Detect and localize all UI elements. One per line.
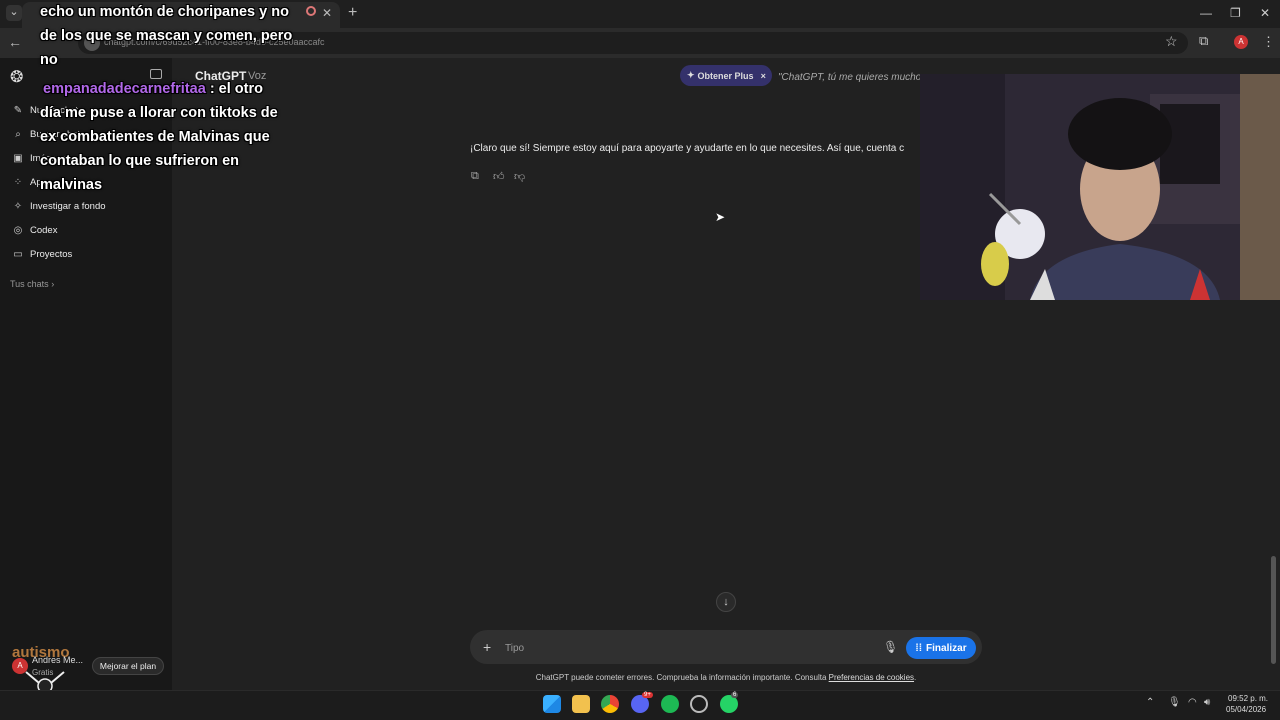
discord-badge: 9+: [642, 692, 653, 698]
microphone-icon[interactable]: 🎙︎: [883, 640, 898, 654]
overlay-chat-message: empanadadecarnefritaa : el otro: [43, 77, 263, 101]
webcam-overlay: [920, 74, 1280, 300]
new-tab-icon[interactable]: +: [348, 4, 357, 22]
thumbs-down-icon[interactable]: 👎︎: [514, 170, 525, 183]
sidebar-item-codex[interactable]: ◎ Codex: [12, 220, 58, 240]
overlay-chat-line: ex combatientes de Malvinas que: [40, 129, 270, 145]
assistant-message: ¡Claro que sí! Siempre estoy aquí para a…: [470, 143, 905, 154]
overlay-chat-line: echo un montón de choripanes y no: [40, 4, 289, 20]
research-icon: ✧: [13, 200, 23, 212]
tab-recording-icon: [306, 6, 316, 16]
file-explorer-icon[interactable]: [572, 695, 590, 713]
clock-time[interactable]: 09:52 p. m.: [1228, 694, 1268, 703]
wifi-icon[interactable]: ◠: [1188, 697, 1197, 708]
overlay-chat-line: malvinas: [40, 177, 103, 193]
mouse-cursor-icon: ➤: [715, 210, 726, 224]
sidebar-item-projects[interactable]: ▭ Proyectos: [12, 244, 72, 264]
voice-transcript: "ChatGPT, tú me quieres mucho: [778, 72, 920, 83]
user-name[interactable]: Andres Me...: [32, 655, 83, 665]
codex-icon: ◎: [13, 224, 23, 236]
windows-start-icon[interactable]: [543, 695, 561, 713]
close-window-icon[interactable]: ✕: [1260, 6, 1270, 20]
bookmark-star-icon[interactable]: ☆: [1165, 33, 1178, 50]
get-plus-button[interactable]: ✦ Obtener Plus ×: [680, 65, 772, 86]
overlay-chat-text: : el otro: [205, 81, 263, 97]
section-label: Tus chats: [10, 279, 49, 289]
add-attachment-icon[interactable]: +: [483, 639, 491, 655]
apps-icon: ⁘: [13, 176, 23, 188]
chrome-icon[interactable]: [601, 695, 619, 713]
get-plus-label: Obtener Plus: [697, 70, 754, 81]
tray-chevron-icon[interactable]: ⌃: [1146, 697, 1154, 708]
tray-mic-icon[interactable]: 🎙︎: [1168, 697, 1181, 708]
image-icon: ▣: [13, 152, 23, 164]
sidebar-item-deep-research[interactable]: ✧ Investigar a fondo: [12, 196, 106, 216]
upgrade-plan-button[interactable]: Mejorar el plan: [92, 657, 164, 675]
back-icon[interactable]: ←: [8, 34, 22, 50]
sidebar-item-label: Investigar a fondo: [30, 200, 106, 212]
clock-date[interactable]: 05/04/2026: [1226, 705, 1266, 714]
your-chats-section[interactable]: Tus chats ›: [10, 279, 54, 289]
overlay-chat-line: día me puse a llorar con tiktoks de: [40, 105, 278, 121]
extensions-icon[interactable]: ⧉: [1199, 33, 1208, 49]
overlay-chat-line: contaban lo que sufrieron en: [40, 153, 239, 169]
profile-avatar[interactable]: A: [1234, 35, 1248, 49]
volume-icon[interactable]: 🔊︎: [1204, 697, 1210, 708]
sparkle-icon: ✦: [687, 70, 695, 80]
tab-search-button[interactable]: ⌄: [6, 5, 22, 21]
close-icon[interactable]: ×: [761, 71, 766, 81]
disclaimer-end: .: [914, 673, 917, 682]
overlay-chat-username: empanadadecarnefritaa: [43, 81, 206, 97]
spotify-icon[interactable]: [661, 695, 679, 713]
scrollbar[interactable]: [1271, 556, 1276, 664]
prompt-input[interactable]: [505, 640, 865, 656]
sidebar-item-label: Codex: [30, 224, 58, 236]
thumbs-up-icon[interactable]: 👍︎: [493, 170, 505, 183]
restore-icon[interactable]: ❐: [1230, 6, 1241, 20]
cookie-preferences-link[interactable]: Preferencias de cookies: [829, 673, 914, 682]
chatgpt-logo-icon[interactable]: ❂: [10, 67, 23, 87]
webcam-feed: [920, 74, 1280, 300]
copy-icon[interactable]: ⧉: [471, 170, 479, 183]
finalize-voice-button[interactable]: ⁞⁞ Finalizar: [906, 637, 976, 659]
sidebar-item-label: Proyectos: [30, 248, 73, 260]
disclaimer-text: ChatGPT puede cometer errores. Comprueba…: [535, 673, 827, 682]
finalize-label: Finalizar: [926, 642, 967, 654]
voice-wave-icon: ⁞⁞: [915, 642, 923, 654]
search-icon: ⌕: [15, 128, 21, 140]
minimize-icon[interactable]: —: [1200, 6, 1212, 20]
compose-icon: ✎: [13, 104, 23, 116]
scroll-down-button[interactable]: ↓: [716, 592, 736, 612]
browser-menu-icon[interactable]: ⋮: [1262, 34, 1275, 50]
overlay-chat-line: no: [40, 52, 58, 68]
overlay-chat-line: de los que se mascan y comen, pero: [40, 28, 293, 44]
folder-icon: ▭: [13, 248, 23, 260]
disclaimer: ChatGPT puede cometer errores. Comprueba…: [470, 673, 982, 682]
obs-icon[interactable]: [690, 695, 708, 713]
tab-close-icon[interactable]: ✕: [322, 6, 332, 20]
